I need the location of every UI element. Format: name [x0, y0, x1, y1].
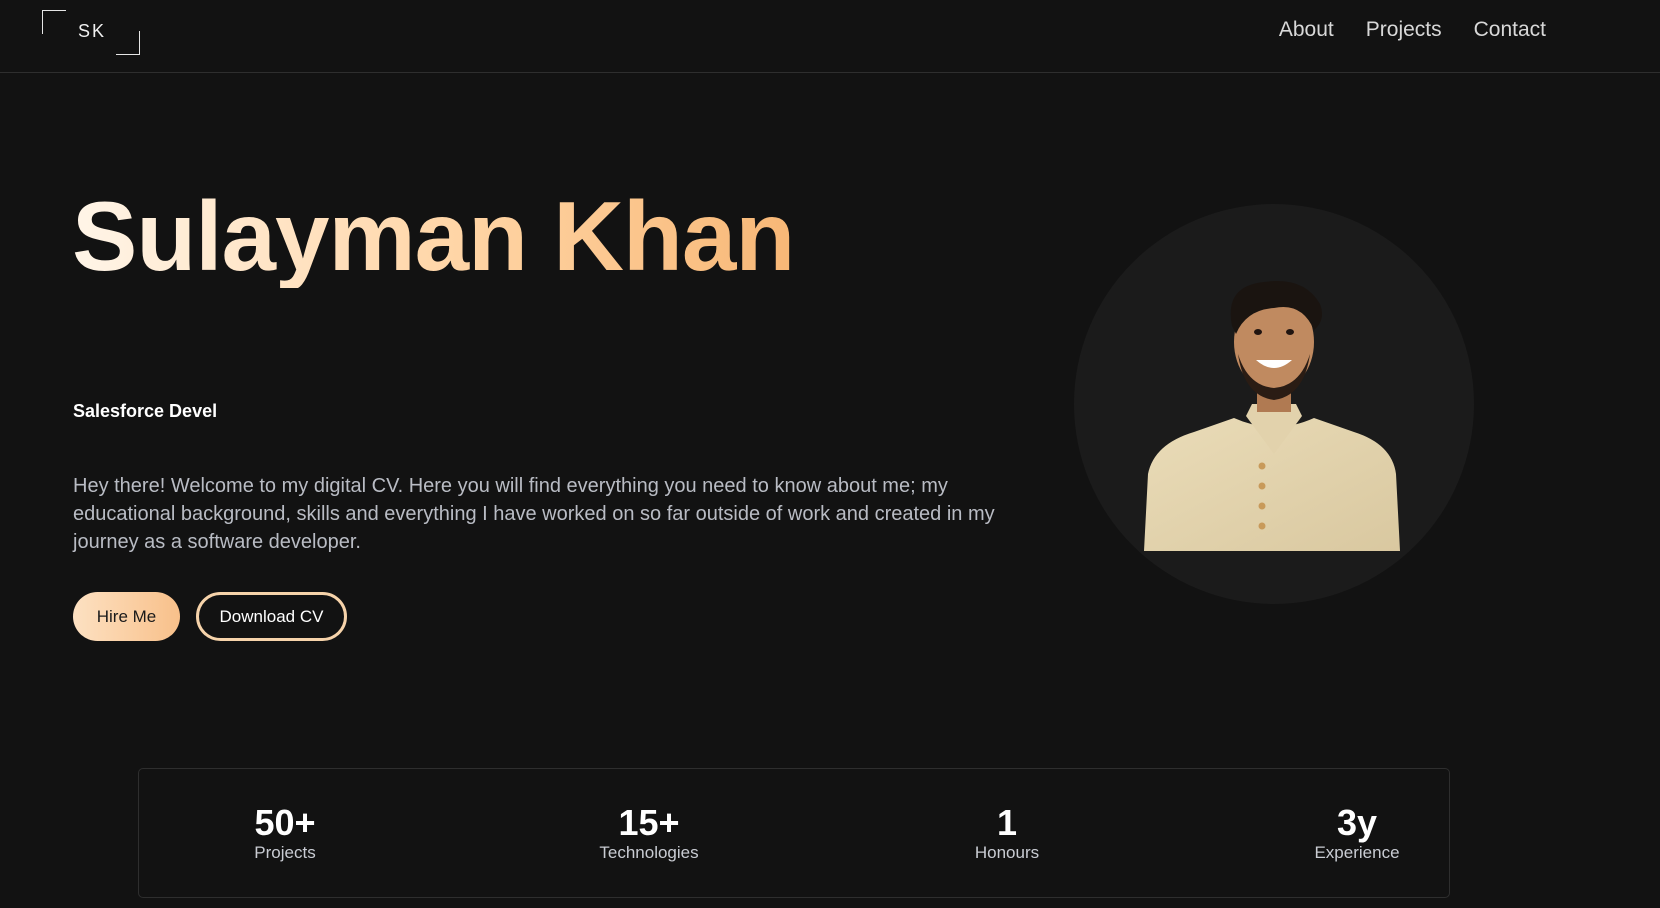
- hero-name: Sulayman Khan: [72, 181, 795, 291]
- stat-value: 15+: [618, 802, 680, 843]
- profile-photo-frame: [1074, 204, 1474, 604]
- stat-technologies: 15+ Technologies: [539, 805, 759, 863]
- logo-corner-top-left: [42, 10, 66, 34]
- stats-panel: 50+ Projects 15+ Technologies 1 Honours …: [138, 768, 1450, 898]
- stat-label: Honours: [974, 843, 1040, 862]
- nav-about[interactable]: About: [1279, 18, 1334, 42]
- stat-projects: 50+ Projects: [175, 805, 395, 863]
- stat-value: 3y: [1336, 802, 1378, 843]
- hero-subtitle: Salesforce Devel: [73, 401, 218, 421]
- stat-value: 50+: [254, 802, 316, 843]
- nav-contact[interactable]: Contact: [1474, 18, 1546, 42]
- stat-experience: 3y Experience: [1247, 805, 1467, 863]
- stat-value: 1: [996, 802, 1018, 843]
- nav-projects[interactable]: Projects: [1366, 18, 1442, 42]
- portfolio-page: SK About Projects Contact Sulayman Khan …: [0, 0, 1660, 908]
- hire-me-button[interactable]: Hire Me: [73, 592, 180, 641]
- profile-photo: [1144, 280, 1400, 551]
- logo-text: SK: [78, 21, 107, 41]
- site-header: SK About Projects Contact: [0, 0, 1660, 73]
- hero-buttons: Hire Me Download CV: [73, 592, 347, 641]
- stat-label: Projects: [254, 843, 316, 862]
- stat-honours: 1 Honours: [897, 805, 1117, 863]
- stat-label: Experience: [1314, 843, 1400, 862]
- download-cv-button[interactable]: Download CV: [196, 592, 347, 641]
- logo-corner-bottom-right: [116, 31, 140, 55]
- logo-link[interactable]: SK: [42, 10, 140, 55]
- main-nav: About Projects Contact: [1279, 18, 1546, 42]
- hero-intro: Hey there! Welcome to my digital CV. Her…: [73, 475, 995, 553]
- stat-label: Technologies: [599, 843, 699, 862]
